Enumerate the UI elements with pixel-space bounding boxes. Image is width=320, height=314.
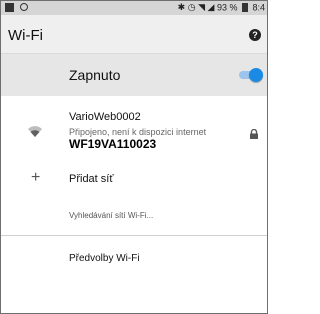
divider (1, 235, 267, 236)
network-status: Připojeno, není k dispozici internet (69, 127, 207, 137)
settings-screen: ✱ ◷ ◥ ◢ 93 % 8:4 Wi-Fi ? Zapnuto VarioWe… (0, 0, 268, 314)
page-title: Wi-Fi (8, 27, 43, 44)
bluetooth-icon: ✱ (177, 2, 186, 13)
network-name: VarioWeb0002 (69, 111, 141, 123)
status-bar: ✱ ◷ ◥ ◢ 93 % 8:4 (1, 1, 267, 15)
wifi-toggle[interactable] (239, 68, 263, 82)
master-switch-label: Zapnuto (69, 67, 121, 83)
network-overlay-label: WF19VA110023 (67, 137, 237, 151)
battery-icon (241, 3, 248, 13)
add-network-row[interactable]: + Přidat síť (1, 166, 267, 194)
plus-icon: + (31, 169, 41, 186)
battery-percent: 93 % (216, 2, 238, 13)
add-network-label: Přidat síť (69, 173, 114, 185)
wifi-status-icon: ◥ (198, 2, 205, 13)
image-icon (5, 3, 14, 12)
wifi-preferences-row[interactable]: Předvolby Wi-Fi (1, 245, 267, 273)
clock: 8:4 (252, 2, 265, 13)
scanning-status: Vyhledávání sítí Wi-Fi... (69, 211, 154, 220)
toggle-thumb (249, 68, 263, 82)
lock-icon (250, 129, 258, 139)
wifi-signal-icon (28, 126, 42, 137)
network-item[interactable]: VarioWeb0002 Připojeno, není k dispozici… (1, 101, 267, 159)
wifi-master-switch-row[interactable]: Zapnuto (1, 54, 267, 96)
alarm-icon: ◷ (187, 2, 196, 13)
app-bar: Wi-Fi ? (1, 15, 267, 54)
preferences-label: Předvolby Wi-Fi (69, 253, 140, 264)
circle-icon (19, 3, 28, 11)
help-icon[interactable]: ? (249, 29, 261, 41)
signal-icon: ◢ (207, 2, 215, 13)
